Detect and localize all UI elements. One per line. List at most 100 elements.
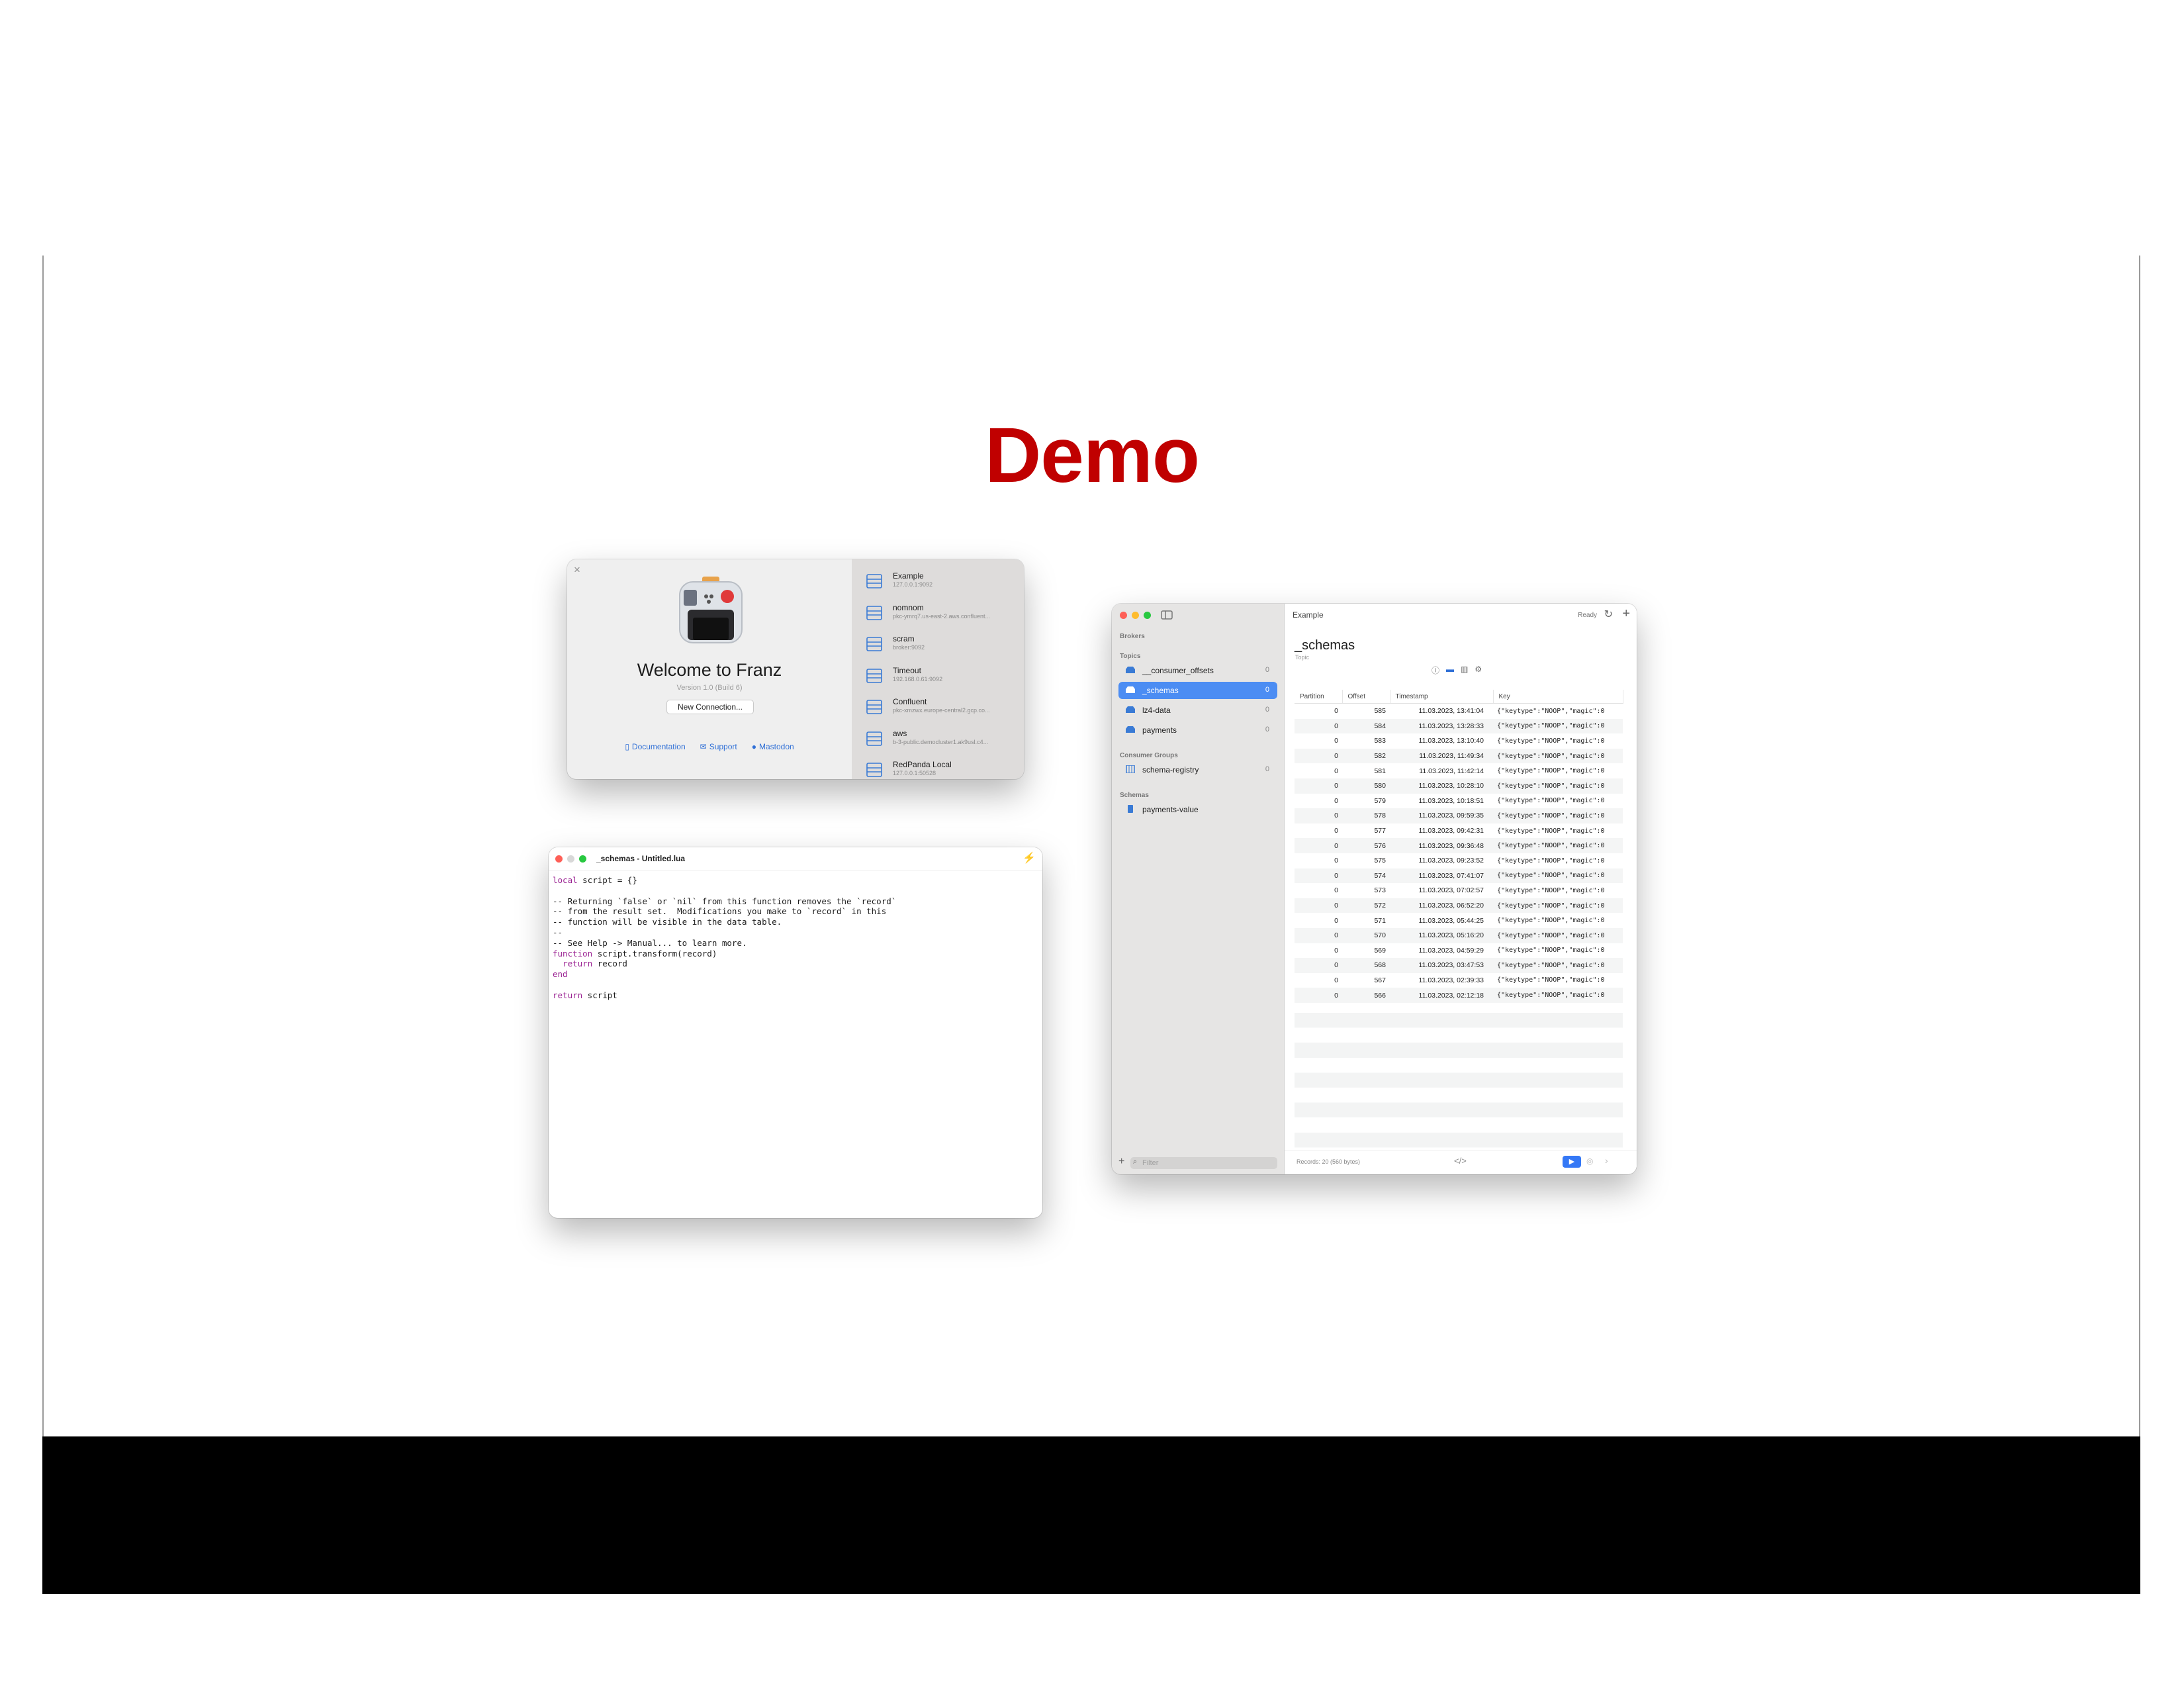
table-row[interactable]: 0 568 11.03.2023, 03:47:53 {"keytype":"NOOP… (1295, 958, 1623, 973)
editor-titlebar: _schemas - Untitled.lua ⚡ (549, 847, 1042, 870)
offset-cell: 585 (1374, 707, 1386, 716)
partition-cell: 0 (1334, 916, 1338, 925)
documentation-link[interactable]: ▯ Documentation (625, 742, 685, 751)
table-row[interactable]: 0 572 11.03.2023, 06:52:20 {"keytype":"NOOP… (1295, 898, 1623, 914)
connection-item[interactable]: scram broker:9092 (866, 634, 1023, 663)
connection-name: scram (893, 634, 915, 643)
timestamp-cell: 11.03.2023, 09:23:52 (1418, 857, 1484, 865)
offset-cell: 570 (1342, 927, 1390, 943)
timestamp-cell: 11.03.2023, 07:41:07 (1390, 868, 1493, 884)
sidebar-item-topic[interactable]: _schemas 0 (1118, 682, 1277, 699)
sidebar-item-topic[interactable]: __consumer_offsets 0 (1118, 662, 1277, 679)
connection-host: pkc-xmzwx.europe-central2.gcp.co... (893, 707, 990, 714)
connection-name: aws (893, 728, 907, 738)
add-icon[interactable]: + (1118, 1156, 1124, 1168)
offset-cell: 584 (1342, 718, 1390, 734)
connection-item[interactable]: aws b-3-public.democluster1.ak9usl.c4... (866, 729, 1023, 758)
topic-subtitle: Topic (1295, 654, 1310, 661)
timestamp-cell: 11.03.2023, 05:44:25 (1418, 916, 1484, 925)
server-icon (866, 574, 882, 588)
table-row[interactable]: 0 573 11.03.2023, 07:02:57 {"keytype":"NOOP… (1295, 883, 1623, 898)
sidebar-item-label: __consumer_offsets (1142, 666, 1214, 675)
offset-cell: 567 (1374, 976, 1386, 984)
messages-icon[interactable]: ▬ (1446, 665, 1454, 676)
sidebar-item-schema-registry[interactable]: schema-registry 0 (1118, 761, 1277, 778)
partition-cell: 0 (1334, 827, 1338, 835)
key-cell: {"keytype":"NOOP","magic":0 (1493, 927, 1623, 943)
close-button[interactable] (555, 855, 563, 863)
sidebar-item-topic[interactable]: lz4-data 0 (1118, 702, 1277, 719)
table-row[interactable]: 0 585 11.03.2023, 13:41:04 {"keytype":"NOOP… (1295, 704, 1623, 719)
search-icon: ⌕ (1133, 1158, 1138, 1166)
connection-item[interactable]: Example 127.0.0.1:9092 (866, 571, 1023, 600)
zoom-button[interactable] (579, 855, 586, 863)
table-row[interactable]: 0 581 11.03.2023, 11:42:14 {"keytype":"NOOP… (1295, 763, 1623, 778)
table-row[interactable]: 0 584 11.03.2023, 13:28:33 {"keytype":"NOOP… (1295, 718, 1623, 734)
close-button[interactable] (1120, 612, 1127, 619)
connection-item[interactable]: Confluent pkc-xmzwx.europe-central2.gcp.c… (866, 697, 1023, 726)
filter-input[interactable]: Filter (1130, 1157, 1277, 1169)
mastodon-link[interactable]: ● Mastodon (752, 742, 794, 751)
zoom-button[interactable] (1144, 612, 1151, 619)
partition-cell: 0 (1295, 808, 1342, 823)
new-connection-button[interactable]: New Connection... (666, 700, 754, 714)
minimize-button[interactable] (1132, 612, 1139, 619)
close-icon[interactable]: × (574, 563, 580, 577)
lightning-icon[interactable]: ⚡ (1023, 851, 1036, 865)
table-row[interactable]: 0 577 11.03.2023, 09:42:31 {"keytype":"NOOP… (1295, 823, 1623, 839)
connection-host: 127.0.0.1:50528 (893, 770, 936, 776)
column-header-offset[interactable]: Offset (1342, 690, 1390, 704)
table-row[interactable]: 0 571 11.03.2023, 05:44:25 {"keytype":"NOOP… (1295, 913, 1623, 928)
table-row[interactable]: 0 582 11.03.2023, 11:49:34 {"keytype":"NOOP… (1295, 748, 1623, 764)
minimize-button[interactable] (567, 855, 574, 863)
column-header-key[interactable]: Key (1493, 690, 1623, 704)
table-row[interactable]: 0 574 11.03.2023, 07:41:07 {"keytype":"NOOP… (1295, 868, 1623, 884)
connection-item[interactable]: nomnom pkc-ymrq7.us-east-2.aws.confluent.… (866, 603, 1023, 632)
gear-icon[interactable]: ⚙ (1475, 665, 1482, 676)
code-line: -- function will be visible in the data … (553, 917, 782, 927)
welcome-links: ▯ Documentation ✉ Support ● Mastodon (567, 742, 852, 751)
table-row[interactable]: 0 567 11.03.2023, 02:39:33 {"keytype":"NOOP… (1295, 973, 1623, 988)
brokers-header[interactable]: Brokers (1120, 633, 1145, 640)
partition-cell: 0 (1334, 796, 1338, 805)
partition-cell: 0 (1334, 946, 1338, 955)
sidebar-toggle-icon[interactable] (1161, 610, 1173, 620)
sidebar-item-count: 0 (1265, 666, 1269, 674)
sidebar-item-count: 0 (1265, 726, 1269, 733)
table-row[interactable]: 0 579 11.03.2023, 10:18:51 {"keytype":"NOOP… (1295, 794, 1623, 809)
column-header-partition[interactable]: Partition (1295, 690, 1343, 704)
table-row[interactable]: 0 576 11.03.2023, 09:36:48 {"keytype":"NOOP… (1295, 838, 1623, 853)
table-row[interactable]: 0 583 11.03.2023, 13:10:40 {"keytype":"NOOP… (1295, 733, 1623, 749)
sidebar-item-topic[interactable]: payments 0 (1118, 722, 1277, 739)
support-link[interactable]: ✉ Support (700, 742, 737, 751)
code-editor[interactable]: local script = {} -- Returning `false` o… (553, 875, 896, 1001)
chevron-right-icon[interactable]: › (1605, 1155, 1608, 1166)
sidebar-item-payments-value[interactable]: payments-value (1118, 801, 1277, 818)
connection-host: pkc-ymrq7.us-east-2.aws.confluent... (893, 612, 991, 620)
play-button[interactable]: ▶ (1563, 1156, 1581, 1168)
table-row[interactable]: 0 580 11.03.2023, 10:28:10 {"keytype":"NOOP… (1295, 778, 1623, 794)
sidebar-item-count: 0 (1265, 706, 1269, 714)
columns-icon[interactable]: ▥ (1461, 665, 1468, 676)
server-icon (866, 763, 882, 777)
key-cell: {"keytype":"NOOP","magic":0 (1493, 838, 1623, 853)
timestamp-cell: 11.03.2023, 11:42:14 (1419, 767, 1484, 775)
offset-cell: 571 (1374, 916, 1386, 925)
table-row[interactable]: 0 570 11.03.2023, 05:16:20 {"keytype":"NOOP… (1295, 927, 1623, 943)
column-header-timestamp[interactable]: Timestamp (1390, 690, 1494, 704)
table-row[interactable]: 0 569 11.03.2023, 04:59:29 {"keytype":"NOOP… (1295, 943, 1623, 959)
connection-item[interactable]: Timeout 192.168.0.61:9092 (866, 666, 1023, 695)
connection-host: b-3-public.democluster1.ak9usl.c4... (893, 738, 989, 745)
add-icon[interactable]: + (1622, 606, 1630, 622)
table-row[interactable]: 0 578 11.03.2023, 09:59:35 {"keytype":"NOOP… (1295, 808, 1623, 823)
stop-icon[interactable]: ◎ (1586, 1156, 1593, 1166)
table-row[interactable]: 0 566 11.03.2023, 02:12:18 {"keytype":"NOOP… (1295, 988, 1623, 1003)
connection-item[interactable]: RedPanda Local 127.0.0.1:50528 (866, 760, 1023, 779)
table-row[interactable]: 0 575 11.03.2023, 09:23:52 {"keytype":"NOOP… (1295, 853, 1623, 868)
partition-cell: 0 (1295, 988, 1342, 1003)
key-cell: {"keytype":"NOOP","magic":0 (1493, 868, 1623, 884)
code-icon[interactable]: </> (1454, 1156, 1467, 1166)
refresh-icon[interactable]: ↻ (1604, 608, 1613, 621)
sidebar-item-count: 0 (1265, 765, 1269, 773)
info-icon[interactable]: ⓘ (1432, 665, 1439, 676)
